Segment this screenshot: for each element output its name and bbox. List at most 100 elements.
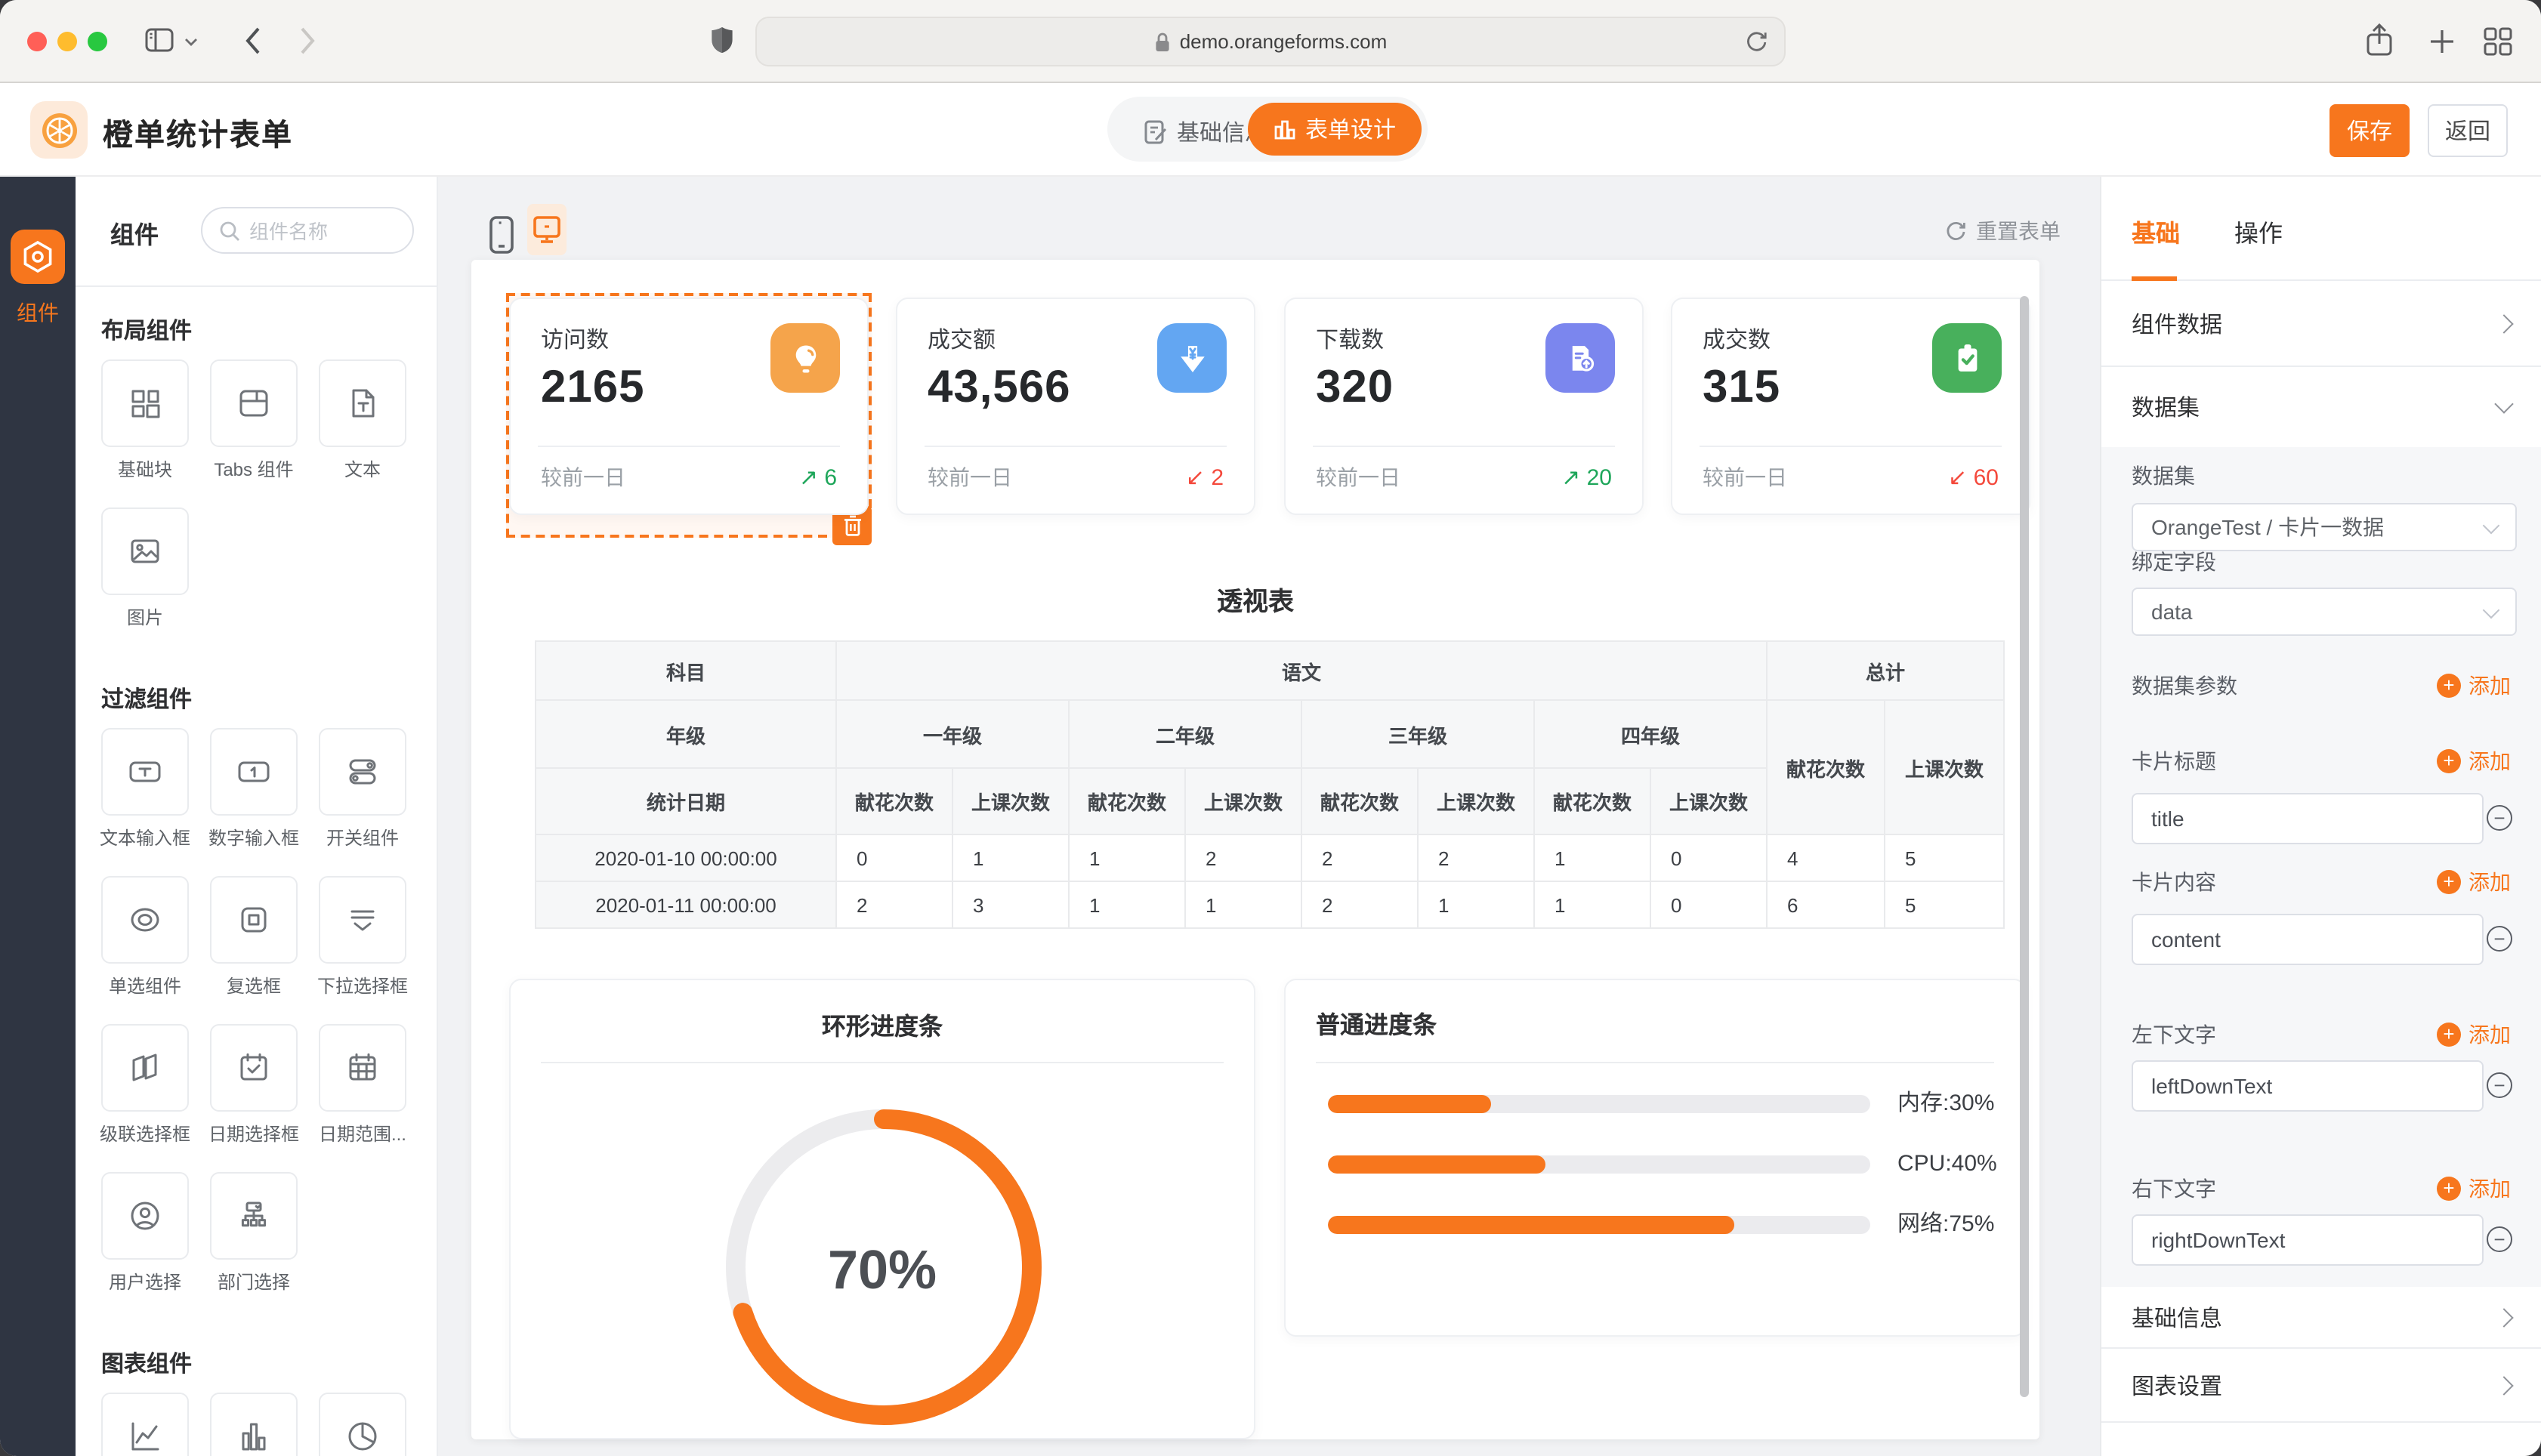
compare-label: 较前一日 <box>541 462 625 492</box>
component-item-text[interactable]: 文本 <box>319 359 406 483</box>
desktop-preview-toggle[interactable] <box>527 204 567 255</box>
ring-percent-label: 70% <box>511 1239 1254 1302</box>
org-chart-icon <box>236 1198 272 1234</box>
sidebar-toggle-icon[interactable] <box>145 27 175 54</box>
dataset-params-label: 数据集参数 <box>2132 671 2237 701</box>
remove-right-down-button[interactable] <box>2487 1226 2512 1252</box>
address-bar[interactable]: demo.orangeforms.com <box>755 17 1786 66</box>
right-down-text-label: 右下文字 <box>2132 1174 2216 1204</box>
share-icon[interactable] <box>2366 23 2393 59</box>
card-title-input[interactable]: title <box>2132 793 2484 844</box>
select-dropdown-icon <box>344 902 381 938</box>
close-window-button[interactable] <box>27 32 47 51</box>
checkbox-icon <box>236 902 272 938</box>
dataset-settings-section: 数据集 OrangeTest / 卡片一数据 绑定字段 data 数据集参数 添… <box>2101 447 2541 1287</box>
back-icon[interactable] <box>245 26 261 56</box>
bar-chart-icon <box>1274 119 1296 140</box>
reset-form-button[interactable]: 重置表单 <box>1944 216 2061 246</box>
component-item-cascader[interactable]: 级联选择框 <box>101 1024 189 1148</box>
dataset-select[interactable]: OrangeTest / 卡片一数据 <box>2132 503 2517 551</box>
component-item-image[interactable]: 图片 <box>101 507 189 631</box>
minimize-window-button[interactable] <box>57 32 77 51</box>
stat-card-downloads[interactable]: 下载数 320 <box>1284 298 1644 515</box>
component-item-checkbox[interactable]: 复选框 <box>210 876 298 1000</box>
add-right-down-button[interactable]: 添加 <box>2437 1174 2511 1204</box>
card-content-input[interactable]: content <box>2132 914 2484 965</box>
component-item-switch[interactable]: 开关组件 <box>319 728 406 852</box>
change-indicator: ↗ 20 <box>1561 464 1612 491</box>
component-item-basic-block[interactable]: 基础块 <box>101 359 189 483</box>
zoom-window-button[interactable] <box>88 32 107 51</box>
form-info-icon <box>1144 119 1168 145</box>
lock-icon <box>1154 31 1171 52</box>
card-content-label: 卡片内容 <box>2132 867 2216 897</box>
change-indicator: ↗ 6 <box>799 464 837 491</box>
component-search-input[interactable]: 组件名称 <box>201 207 414 254</box>
save-button[interactable]: 保存 <box>2330 104 2410 157</box>
desktop-preview-icon <box>532 214 562 245</box>
component-item-text-input[interactable]: 文本输入框 <box>101 728 189 852</box>
row-chart-settings[interactable]: 图表设置 <box>2101 1349 2541 1423</box>
component-item-radio[interactable]: 单选组件 <box>101 876 189 1000</box>
ring-progress-widget[interactable]: 环形进度条 70% <box>509 979 1255 1439</box>
privacy-shield-icon[interactable] <box>710 26 734 56</box>
tab-overview-icon[interactable] <box>2484 27 2512 56</box>
chevron-down-icon <box>2483 601 2500 618</box>
yen-download-icon <box>1157 323 1227 393</box>
back-button[interactable]: 返回 <box>2428 104 2508 157</box>
new-tab-icon[interactable] <box>2429 29 2455 54</box>
hexagon-component-icon <box>21 240 54 273</box>
plus-icon <box>2437 870 2461 894</box>
row-dataset[interactable]: 数据集 <box>2101 367 2541 447</box>
component-item-bar-chart[interactable] <box>210 1393 298 1456</box>
mobile-preview-icon[interactable] <box>489 216 514 254</box>
remove-left-down-button[interactable] <box>2487 1072 2512 1098</box>
chevron-down-icon <box>2483 517 2500 534</box>
tab-form-design[interactable]: 表单设计 <box>1248 103 1422 156</box>
search-placeholder: 组件名称 <box>249 216 328 245</box>
forward-icon[interactable] <box>299 26 316 56</box>
row-component-data[interactable]: 组件数据 <box>2101 281 2541 367</box>
add-card-content-button[interactable]: 添加 <box>2437 867 2511 897</box>
remove-card-content-button[interactable] <box>2487 926 2512 952</box>
add-left-down-button[interactable]: 添加 <box>2437 1020 2511 1050</box>
chevron-down-icon[interactable] <box>184 38 198 47</box>
tab-basic[interactable]: 基础 <box>2132 213 2180 249</box>
remove-card-title-button[interactable] <box>2487 805 2512 831</box>
text-doc-icon <box>344 385 381 421</box>
plain-progress-widget[interactable]: 普通进度条 内存:30% CPU:40% 网络:75% <box>1284 979 2026 1337</box>
canvas-scrollbar[interactable] <box>2020 296 2029 1397</box>
pivot-table-title: 透视表 <box>471 580 2039 618</box>
stat-card-deals[interactable]: 成交数 315 较前一日 ↙ 60 <box>1671 298 2030 515</box>
rail-item-components[interactable] <box>11 230 65 284</box>
doc-upload-icon <box>1545 323 1615 393</box>
change-indicator: ↙ 60 <box>1948 464 1999 491</box>
component-item-tabs[interactable]: Tabs 组件 <box>210 359 298 483</box>
component-item-pie-chart[interactable] <box>319 1393 406 1456</box>
stat-card-visits[interactable]: 访问数 2165 较前一日 ↗ 6 <box>509 298 869 515</box>
left-down-text-input[interactable]: leftDownText <box>2132 1060 2484 1112</box>
component-item-line-chart[interactable] <box>101 1393 189 1456</box>
component-item-user-select[interactable]: 用户选择 <box>101 1172 189 1296</box>
component-item-date-range[interactable]: 日期范围... <box>319 1024 406 1148</box>
plus-icon <box>2437 1177 2461 1201</box>
stat-card-deal-amount[interactable]: 成交额 43,566 较前一日 ↙ <box>896 298 1255 515</box>
chevron-right-icon <box>2494 313 2513 332</box>
component-item-number-input[interactable]: 数字输入框 <box>210 728 298 852</box>
url-text: demo.orangeforms.com <box>1180 30 1388 53</box>
component-item-dept-select[interactable]: 部门选择 <box>210 1172 298 1296</box>
reload-icon[interactable] <box>1745 30 1768 54</box>
add-dataset-param-button[interactable]: 添加 <box>2437 671 2511 701</box>
right-down-text-input[interactable]: rightDownText <box>2132 1214 2484 1266</box>
bind-field-label: 绑定字段 <box>2132 547 2216 577</box>
row-basic-info[interactable]: 基础信息 <box>2101 1287 2541 1349</box>
tab-actions[interactable]: 操作 <box>2234 213 2283 249</box>
browser-window: demo.orangeforms.com <box>0 0 2541 1456</box>
add-card-title-button[interactable]: 添加 <box>2437 746 2511 776</box>
palette-title: 组件 <box>110 214 159 251</box>
design-canvas: 重置表单 <box>438 177 2100 1456</box>
text-input-icon <box>127 754 163 790</box>
bind-field-select[interactable]: data <box>2132 588 2517 636</box>
component-item-date-picker[interactable]: 日期选择框 <box>210 1024 298 1148</box>
component-item-select[interactable]: 下拉选择框 <box>319 876 406 1000</box>
